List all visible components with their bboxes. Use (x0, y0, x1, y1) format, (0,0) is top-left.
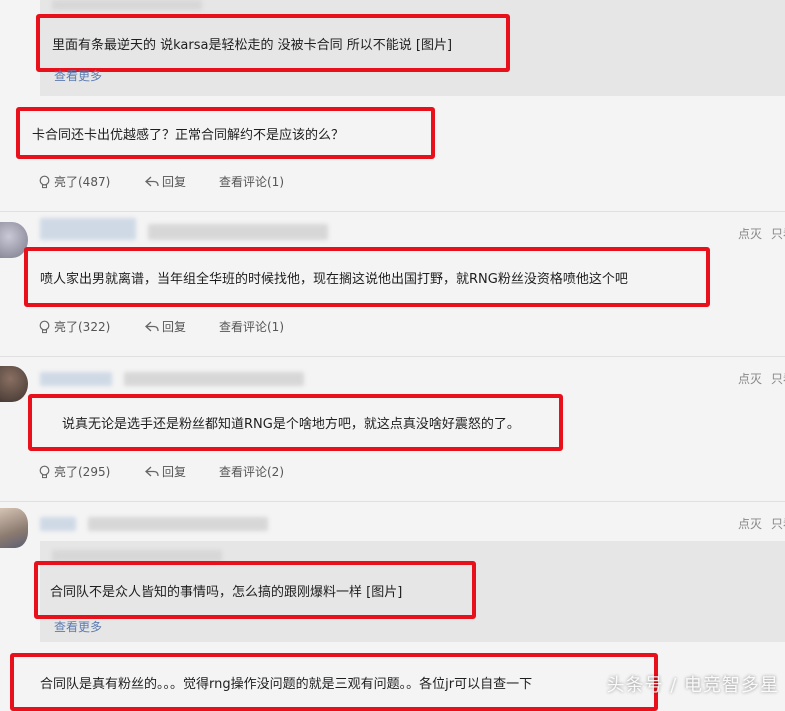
reply-button[interactable]: 回复 (145, 463, 186, 480)
only-view-button[interactable]: 只看 (771, 515, 785, 532)
quote-author-blurred (52, 0, 202, 10)
highlighted-comment-text: 卡合同还卡出优越感了？正常合同解约不是应该的么？ (16, 107, 435, 159)
username-blurred (40, 517, 76, 531)
view-comments-button[interactable]: 查看评论(2) (219, 463, 284, 480)
only-view-button[interactable]: 只看 (771, 370, 785, 387)
view-comments-button[interactable]: 查看评论(1) (219, 318, 284, 335)
divider (0, 501, 785, 502)
quote-text: 里面有条最逆天的 说karsa是轻松走的 没被卡合同 所以不能说 [图片] (52, 37, 453, 53)
timestamp-blurred (88, 517, 268, 531)
timestamp-blurred (148, 224, 328, 240)
highlighted-quote-text: 合同队不是众人皆知的事情吗，怎么搞的跟刚爆料一样 [图片] (34, 561, 476, 619)
view-comments-label: 查看评论(1) (219, 175, 284, 189)
view-comments-button[interactable]: 查看评论(1) (219, 173, 284, 190)
highlighted-quote-text: 里面有条最逆天的 说karsa是轻松走的 没被卡合同 所以不能说 [图片] (36, 14, 510, 72)
dislike-button[interactable]: 点灭 (738, 515, 762, 532)
divider (0, 356, 785, 357)
highlighted-comment-text: 合同队是真有粉丝的。。。觉得rng操作没问题的就是三观有问题。。各位jr可以自查… (10, 653, 658, 711)
like-button[interactable]: 亮了(322) (38, 318, 110, 335)
reply-icon (145, 466, 159, 476)
watermark: 头条号 / 电竞智多星 (606, 675, 779, 696)
like-label: 亮了(322) (54, 320, 111, 334)
view-comments-label: 查看评论(2) (219, 465, 284, 479)
reply-icon (145, 321, 159, 331)
highlighted-comment-text: 喷人家出男就离谱，当年组全华班的时候找他，现在搁这说他出国打野，就RNG粉丝没资… (24, 247, 710, 307)
timestamp-blurred (124, 372, 304, 386)
lightbulb-icon (39, 465, 50, 478)
only-view-button[interactable]: 只看 (771, 225, 785, 242)
username-blurred (40, 218, 136, 240)
reply-icon (145, 176, 159, 186)
view-more-link[interactable]: 查看更多 (54, 618, 102, 635)
comment-text: 卡合同还卡出优越感了？正常合同解约不是应该的么？ (32, 127, 345, 143)
comment-text: 喷人家出男就离谱，当年组全华班的时候找他，现在搁这说他出国打野，就RNG粉丝没资… (40, 271, 628, 287)
comment-text: 合同队是真有粉丝的。。。觉得rng操作没问题的就是三观有问题。。各位jr可以自查… (40, 676, 533, 692)
avatar[interactable] (0, 366, 28, 402)
reply-button[interactable]: 回复 (145, 318, 186, 335)
divider (0, 211, 785, 212)
view-comments-label: 查看评论(1) (219, 320, 284, 334)
lightbulb-icon (39, 175, 50, 188)
like-button[interactable]: 亮了(487) (38, 173, 110, 190)
comment-text: 说真无论是选手还是粉丝都知道RNG是个啥地方吧，就这点真没啥好震怒的了。 (62, 417, 520, 432)
reply-label: 回复 (162, 465, 187, 479)
reply-button[interactable]: 回复 (145, 173, 186, 190)
quote-text: 合同队不是众人皆知的事情吗，怎么搞的跟刚爆料一样 [图片] (50, 584, 403, 600)
view-more-link[interactable]: 查看更多 (54, 67, 102, 84)
avatar[interactable] (0, 508, 28, 548)
dislike-button[interactable]: 点灭 (738, 370, 762, 387)
like-label: 亮了(295) (54, 465, 111, 479)
dislike-button[interactable]: 点灭 (738, 225, 762, 242)
username-blurred (40, 372, 112, 386)
reply-label: 回复 (162, 320, 187, 334)
lightbulb-icon (39, 320, 50, 333)
like-label: 亮了(487) (54, 175, 111, 189)
like-button[interactable]: 亮了(295) (38, 463, 110, 480)
reply-label: 回复 (162, 175, 187, 189)
highlighted-comment-text: 说真无论是选手还是粉丝都知道RNG是个啥地方吧，就这点真没啥好震怒的了。 (28, 394, 563, 451)
